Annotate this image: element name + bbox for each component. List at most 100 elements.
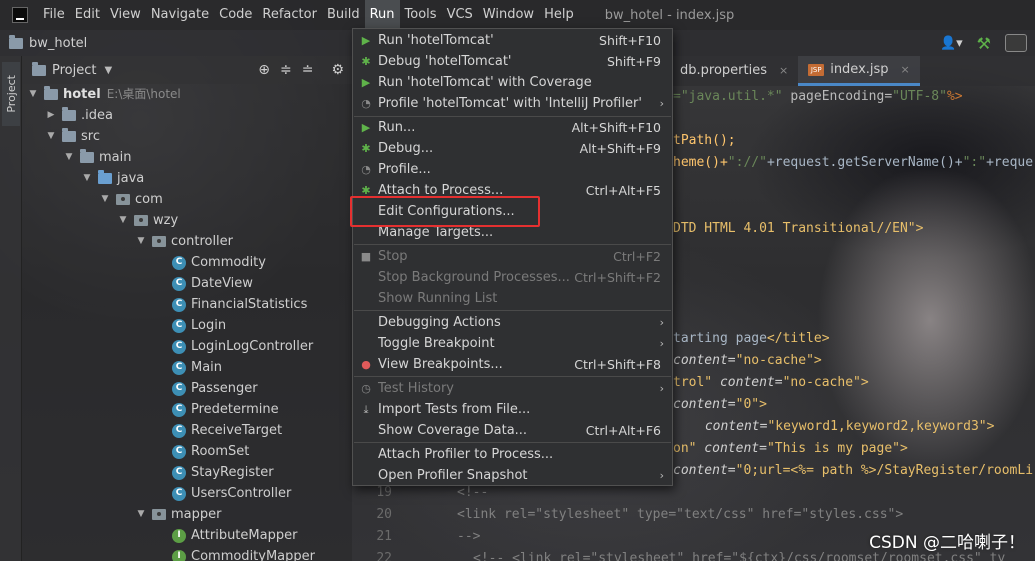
code-line: ="java.util.*" pageEncoding="UTF-8"%> [673,86,963,108]
build-hammer-icon[interactable]: ⚒ [977,34,991,53]
menu-item-profile-config[interactable]: ◔ Profile 'hotelTomcat' with 'IntelliJ Pr… [353,93,672,114]
menu-navigate[interactable]: Navigate [146,0,214,30]
tree-node-idea[interactable]: ▶ .idea [46,105,113,126]
menu-item-debug[interactable]: ✱ Debug... Alt+Shift+F9 [353,138,672,159]
chevron-down-icon[interactable]: ▼ [118,210,128,231]
menu-item-shortcut: Alt+Shift+F10 [571,120,661,135]
chevron-down-icon[interactable]: ▼ [46,126,56,147]
tree-node-java[interactable]: ▼ java [82,168,144,189]
tree-node-mapper[interactable]: ▼ mapper [136,504,222,525]
tree-class-loginlogcontroller[interactable]: C LoginLogController [172,336,313,357]
menu-item-attach-profiler[interactable]: Attach Profiler to Process... [353,444,672,465]
chevron-down-icon[interactable]: ▼ [64,147,74,168]
tree-class-stayregister[interactable]: C StayRegister [172,462,274,483]
menu-item-show-coverage[interactable]: Show Coverage Data... Ctrl+Alt+F6 [353,420,672,441]
code-token: "0;url=<%= path %>/StayRegister/roomLi [735,463,1034,478]
tree-node-src[interactable]: ▼ src [46,126,100,147]
tree-label: wzy [153,213,179,228]
project-panel-title[interactable]: Project [52,63,96,78]
tree-class-roomset[interactable]: C RoomSet [172,441,249,462]
chevron-down-icon[interactable]: ▼ [136,231,146,252]
tree-class-financialstatistics[interactable]: C FinancialStatistics [172,294,307,315]
menu-item-toggle-breakpoint[interactable]: Toggle Breakpoint › [353,333,672,354]
locate-icon[interactable]: ⊕ [258,62,270,78]
chevron-down-icon[interactable]: ▼ [100,189,110,210]
menu-separator [354,244,671,245]
chevron-down-icon[interactable]: ▼ [104,65,112,76]
menu-item-stop-background[interactable]: Stop Background Processes... Ctrl+Shift+F… [353,267,672,288]
tree-interface-commoditymapper[interactable]: I CommodityMapper [172,546,315,561]
tree-class-dateview[interactable]: C DateView [172,273,253,294]
tree-label: Commodity [191,255,266,270]
breadcrumb-project[interactable]: bw_hotel [29,36,87,51]
menu-view[interactable]: View [105,0,146,30]
menu-file[interactable]: File [38,0,70,30]
class-icon: C [172,486,186,501]
tree-class-main[interactable]: C Main [172,357,222,378]
code-token: "no-cache" [782,375,861,390]
tree-node-wzy[interactable]: ▼ wzy [118,210,179,231]
expand-all-icon[interactable]: ≑ [280,62,292,78]
menu-help[interactable]: Help [539,0,579,30]
user-icon[interactable]: 👤▾ [940,36,963,51]
chevron-down-icon[interactable]: ▼ [136,504,146,525]
collapse-all-icon[interactable]: ≐ [302,62,314,78]
menu-item-open-profiler-snapshot[interactable]: Open Profiler Snapshot › [353,465,672,486]
menu-window[interactable]: Window [478,0,539,30]
close-icon[interactable]: × [779,56,788,86]
bug-icon: ✱ [361,142,371,155]
code-token: +reque [986,155,1034,170]
code-token: content= [712,375,783,390]
tree-class-predetermine[interactable]: C Predetermine [172,399,279,420]
menu-run[interactable]: Run [364,0,400,30]
menu-item-test-history[interactable]: ◷ Test History › [353,378,672,399]
tree-root[interactable]: ▼ hotel E:\桌面\hotel [28,84,181,105]
menu-item-run-config[interactable]: ▶ Run 'hotelTomcat' Shift+F10 [353,30,672,51]
tab-db-properties[interactable]: db.properties × [670,56,798,86]
menu-refactor[interactable]: Refactor [257,0,322,30]
tree-node-com[interactable]: ▼ com [100,189,163,210]
gear-icon[interactable]: ⚙ [331,62,344,78]
menu-build[interactable]: Build [322,0,365,30]
menu-item-debugging-actions[interactable]: Debugging Actions › [353,312,672,333]
code-token: </title> [766,331,830,346]
tree-label: LoginLogController [191,339,314,354]
tree-interface-attributemapper[interactable]: I AttributeMapper [172,525,297,546]
menu-item-profile[interactable]: ◔ Profile... [353,159,672,180]
chevron-down-icon[interactable]: ▼ [82,168,92,189]
chevron-down-icon[interactable]: ▼ [28,84,38,105]
jsp-file-icon: JSP [808,63,825,76]
menu-separator [354,310,671,311]
close-icon[interactable]: × [901,55,910,85]
tree-class-commodity[interactable]: C Commodity [172,252,266,273]
menu-item-label: Debug 'hotelTomcat' [378,54,512,69]
folder-icon [80,149,94,163]
run-config-selector[interactable] [1005,34,1027,52]
tree-class-login[interactable]: C Login [172,315,226,336]
tree-label: StayRegister [191,465,274,480]
chevron-right-icon[interactable]: ▶ [46,105,56,126]
menu-item-run-coverage[interactable]: ▶ Run 'hotelTomcat' with Coverage [353,72,672,93]
tree-class-receivetarget[interactable]: C ReceiveTarget [172,420,282,441]
menu-tools[interactable]: Tools [400,0,442,30]
tree-node-main[interactable]: ▼ main [64,147,131,168]
menu-item-shortcut: Ctrl+Alt+F5 [585,183,661,198]
menu-code[interactable]: Code [214,0,257,30]
tree-class-userscontroller[interactable]: C UsersController [172,483,291,504]
menu-item-import-tests[interactable]: ⤓ Import Tests from File... [353,399,672,420]
menu-item-stop[interactable]: ■ Stop Ctrl+F2 [353,246,672,267]
menu-item-debug-config[interactable]: ✱ Debug 'hotelTomcat' Shift+F9 [353,51,672,72]
code-token: > [986,419,995,434]
tab-index-jsp[interactable]: JSP index.jsp × [798,56,920,86]
package-icon [134,215,148,226]
menu-vcs[interactable]: VCS [442,0,478,30]
menu-edit[interactable]: Edit [70,0,105,30]
menu-item-view-breakpoints[interactable]: ● View Breakpoints... Ctrl+Shift+F8 [353,354,672,375]
tree-node-controller[interactable]: ▼ controller [136,231,234,252]
menu-item-run[interactable]: ▶ Run... Alt+Shift+F10 [353,117,672,138]
class-icon: C [172,402,186,417]
menu-item-show-running-list[interactable]: Show Running List [353,288,672,309]
tree-class-passenger[interactable]: C Passenger [172,378,258,399]
project-tool-tab[interactable]: Project [2,62,20,126]
tree-label: Passenger [191,381,258,396]
